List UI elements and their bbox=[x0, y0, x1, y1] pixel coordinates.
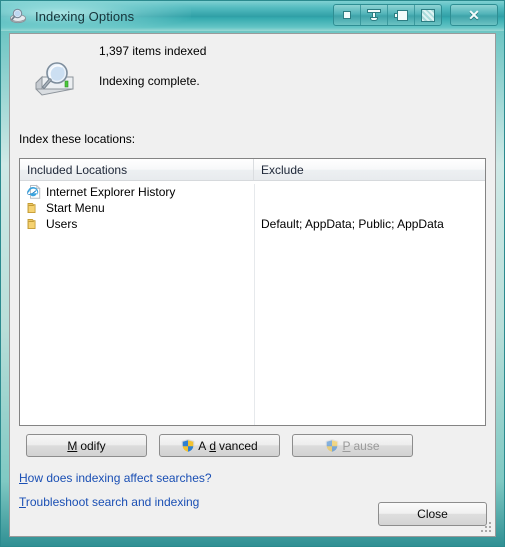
modify-label-rest: odify bbox=[80, 438, 106, 453]
advanced-button[interactable]: Ad vanced bbox=[159, 434, 280, 457]
location-name-cell: Users bbox=[20, 216, 254, 232]
pin-icon bbox=[394, 9, 408, 21]
maximize-button[interactable] bbox=[415, 5, 441, 25]
location-name-cell: Start Menu bbox=[20, 200, 254, 216]
close-dialog-button[interactable]: Close bbox=[378, 502, 487, 526]
folder-icon bbox=[26, 216, 42, 232]
pause-button[interactable]: Pause bbox=[292, 434, 413, 457]
table-row[interactable]: Start Menu bbox=[20, 200, 485, 216]
table-row[interactable]: Internet Explorer History bbox=[20, 184, 485, 200]
magnifier-drive-icon bbox=[9, 7, 27, 25]
client-area: 1,397 items indexed Indexing complete. I… bbox=[9, 33, 496, 537]
pin-button[interactable] bbox=[388, 5, 415, 25]
location-exclude-cell: Default; AppData; Public; AppData bbox=[261, 217, 444, 231]
close-x-icon: ✕ bbox=[468, 7, 480, 23]
pause-accel: P bbox=[342, 438, 351, 453]
advanced-label-rest: vanced bbox=[219, 438, 258, 453]
folder-icon bbox=[26, 200, 42, 216]
how-link-accel: H bbox=[19, 471, 28, 485]
shield-icon bbox=[181, 438, 195, 453]
advanced-accel: d bbox=[209, 438, 216, 453]
title-bar[interactable]: Indexing Options ✕ bbox=[1, 1, 504, 31]
indexing-state-text: Indexing complete. bbox=[99, 74, 200, 88]
location-name-cell: Internet Explorer History bbox=[20, 184, 254, 200]
maximize-icon bbox=[421, 8, 435, 22]
column-header-included-locations[interactable]: Included Locations bbox=[20, 159, 254, 180]
title-button-group bbox=[333, 4, 442, 26]
troubleshoot-link-accel: T bbox=[19, 495, 26, 509]
index-locations-label: Index these locations: bbox=[19, 132, 136, 146]
how-link-text: ow does indexing affect searches? bbox=[27, 471, 212, 485]
modify-accel: M bbox=[67, 438, 78, 453]
dot-icon bbox=[343, 11, 351, 19]
internet-explorer-icon bbox=[26, 184, 42, 200]
table-row[interactable]: Users Default; AppData; Public; AppData bbox=[20, 216, 485, 232]
included-locations-listview[interactable]: Included Locations Exclude Internet Expl… bbox=[19, 158, 486, 426]
close-button[interactable]: ✕ bbox=[450, 4, 498, 26]
shade-button[interactable] bbox=[361, 5, 388, 25]
indexing-drive-icon bbox=[32, 59, 78, 101]
modify-button[interactable]: Modify bbox=[26, 434, 147, 457]
location-name-text: Start Menu bbox=[46, 201, 105, 215]
troubleshoot-link-text: roubleshoot search and indexing bbox=[25, 495, 200, 509]
location-name-text: Users bbox=[46, 217, 78, 231]
resize-grip[interactable] bbox=[479, 520, 492, 533]
how-indexing-affects-searches-link[interactable]: How does indexing affect searches? bbox=[19, 471, 212, 485]
column-header-exclude[interactable]: Exclude bbox=[254, 159, 485, 180]
action-button-row: Modify Ad vanced P ause bbox=[19, 434, 486, 457]
listview-body: Internet Explorer History Start Menu Use… bbox=[20, 184, 485, 425]
listview-header: Included Locations Exclude bbox=[20, 159, 485, 181]
window-frame: Indexing Options ✕ 1,397 items indexed I… bbox=[0, 0, 505, 547]
advanced-label-pre: A bbox=[198, 438, 207, 453]
title-bar-buttons: ✕ bbox=[333, 4, 498, 26]
roll-up-icon bbox=[367, 9, 381, 21]
location-name-text: Internet Explorer History bbox=[46, 185, 176, 199]
minimize-button[interactable] bbox=[334, 5, 361, 25]
pause-label-rest: ause bbox=[353, 438, 380, 453]
window-title: Indexing Options bbox=[35, 8, 135, 24]
close-button-label: Close bbox=[417, 507, 448, 521]
items-indexed-text: 1,397 items indexed bbox=[99, 44, 207, 58]
shield-icon bbox=[325, 438, 339, 453]
troubleshoot-search-indexing-link[interactable]: Troubleshoot search and indexing bbox=[19, 495, 199, 509]
